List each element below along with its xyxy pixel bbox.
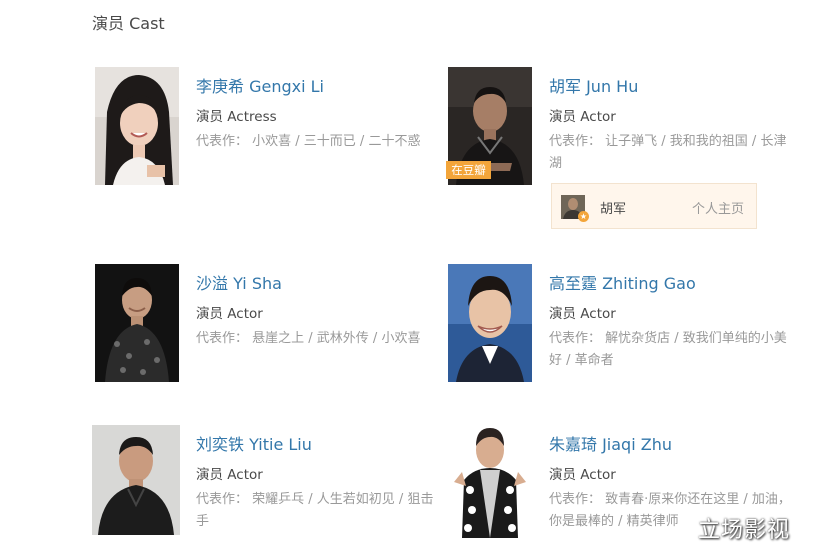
- profile-name[interactable]: 胡军: [600, 198, 626, 217]
- works-list: 悬崖之上 / 武林外传 / 小欢喜: [252, 331, 421, 346]
- representative-works: 代表作： 荣耀乒乓 / 人生若如初见 / 狙击手: [196, 489, 436, 533]
- works-label: 代表作：: [549, 492, 602, 507]
- douban-badge[interactable]: 在豆瓣: [446, 161, 491, 179]
- actor-name[interactable]: 刘奕铁 Yitie Liu: [196, 431, 312, 455]
- cast-card-yi-sha: 沙溢 Yi Sha 演员 Actor 代表作： 悬崖之上 / 武林外传 / 小欢…: [95, 264, 445, 394]
- representative-works: 代表作： 小欢喜 / 三十而已 / 二十不惑: [196, 131, 436, 153]
- works-label: 代表作：: [549, 134, 602, 149]
- actor-role: 演员 Actor: [549, 467, 616, 483]
- works-label: 代表作：: [549, 331, 602, 346]
- actor-role: 演员 Actor: [549, 109, 616, 125]
- actor-role: 演员 Actor: [549, 306, 616, 322]
- actor-photo[interactable]: [95, 264, 179, 382]
- works-label: 代表作：: [196, 492, 249, 507]
- representative-works: 代表作： 悬崖之上 / 武林外传 / 小欢喜: [196, 328, 436, 350]
- verified-star-icon: ★: [578, 211, 589, 222]
- cast-card-jun-hu: 在豆瓣 胡军 Jun Hu 演员 Actor 代表作： 让子弹飞 / 我和我的祖…: [446, 67, 798, 237]
- watermark: 立场影视: [698, 518, 791, 543]
- cast-card-gengxi-li: 李庚希 Gengxi Li 演员 Actress 代表作： 小欢喜 / 三十而已…: [95, 67, 445, 197]
- personal-homepage-link[interactable]: 个人主页: [692, 198, 744, 217]
- works-list: 小欢喜 / 三十而已 / 二十不惑: [252, 134, 421, 149]
- actor-photo[interactable]: [448, 420, 532, 538]
- personal-profile-box[interactable]: ★ 胡军 个人主页: [551, 183, 757, 229]
- actor-role: 演员 Actress: [196, 109, 277, 125]
- section-title: 演员 Cast: [92, 14, 165, 33]
- actor-role: 演员 Actor: [196, 467, 263, 483]
- actor-role: 演员 Actor: [196, 306, 263, 322]
- actor-photo[interactable]: [92, 425, 180, 535]
- representative-works: 代表作： 让子弹飞 / 我和我的祖国 / 长津湖: [549, 131, 789, 175]
- actor-name[interactable]: 沙溢 Yi Sha: [196, 270, 282, 294]
- actor-photo[interactable]: [95, 67, 179, 185]
- cast-card-zhiting-gao: 高至霆 Zhiting Gao 演员 Actor 代表作： 解忧杂货店 / 致我…: [448, 264, 798, 394]
- actor-name[interactable]: 李庚希 Gengxi Li: [196, 73, 324, 97]
- works-label: 代表作：: [196, 331, 249, 346]
- works-label: 代表作：: [196, 134, 249, 149]
- actor-name[interactable]: 高至霆 Zhiting Gao: [549, 270, 696, 294]
- actor-photo[interactable]: [448, 264, 532, 382]
- representative-works: 代表作： 解忧杂货店 / 致我们单纯的小美好 / 革命者: [549, 328, 789, 372]
- actor-name[interactable]: 胡军 Jun Hu: [549, 73, 638, 97]
- actor-name[interactable]: 朱嘉琦 Jiaqi Zhu: [549, 431, 672, 455]
- cast-card-yitie-liu: 刘奕铁 Yitie Liu 演员 Actor 代表作： 荣耀乒乓 / 人生若如初…: [92, 425, 442, 555]
